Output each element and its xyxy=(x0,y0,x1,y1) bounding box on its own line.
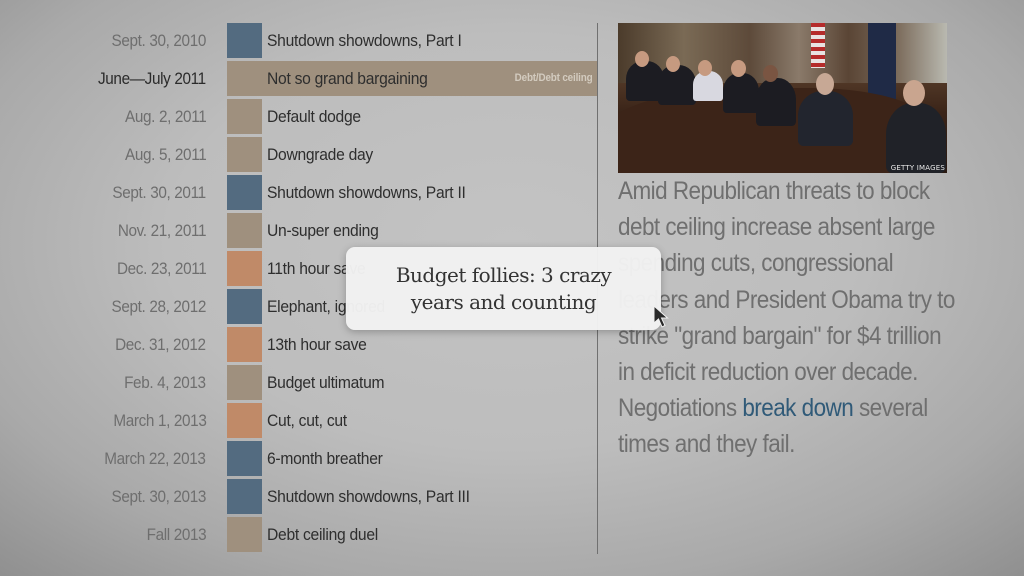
timeline-date: Nov. 21, 2011 xyxy=(117,221,207,240)
photo-credit: GETTY IMAGES xyxy=(890,164,945,172)
timeline-date: Sept. 30, 2013 xyxy=(111,487,207,506)
photo-person-head xyxy=(635,51,649,67)
timeline-title[interactable]: Un-super ending xyxy=(267,213,379,248)
timeline-date: Sept. 30, 2010 xyxy=(111,31,207,50)
category-color-swatch xyxy=(227,99,262,134)
timeline-date: Aug. 2, 2011 xyxy=(124,107,207,126)
photo-person xyxy=(693,71,723,101)
timeline-date: March 22, 2013 xyxy=(104,449,207,468)
photo-us-flag xyxy=(811,23,825,68)
category-color-swatch xyxy=(227,365,262,400)
photo-person-head xyxy=(903,80,925,106)
timeline-title[interactable]: Budget ultimatum xyxy=(267,365,385,400)
photo-person-head xyxy=(666,56,680,72)
photo-person-head xyxy=(816,73,834,95)
photo-person-head xyxy=(763,65,778,82)
photo-person xyxy=(723,73,759,113)
timeline-item[interactable]: Aug. 5, 2011 Downgrade day xyxy=(0,137,598,172)
category-color-swatch xyxy=(227,441,262,476)
photo-person xyxy=(886,103,946,173)
timeline-item[interactable]: March 22, 2013 6-month breather xyxy=(0,441,598,476)
category-color-swatch xyxy=(227,23,262,58)
timeline-item[interactable]: Feb. 4, 2013 Budget ultimatum xyxy=(0,365,598,400)
timeline-item[interactable]: June—July 2011 Not so grand bargaining Deb… xyxy=(0,61,598,96)
timeline-item[interactable]: Fall 2013 Debt ceiling duel xyxy=(0,517,598,552)
news-photo: GETTY IMAGES xyxy=(618,23,947,173)
timeline-title[interactable]: Not so grand bargaining xyxy=(267,61,428,96)
timeline-title[interactable]: Cut, cut, cut xyxy=(267,403,347,438)
mouse-cursor-icon xyxy=(653,305,669,328)
timeline-item[interactable]: Dec. 31, 2012 13th hour save xyxy=(0,327,598,362)
description-text: Amid Republican threats to block debt ce… xyxy=(618,177,955,423)
timeline-date: Fall 2013 xyxy=(146,525,206,544)
timeline-title[interactable]: Shutdown showdowns, Part II xyxy=(267,175,466,210)
category-color-swatch xyxy=(227,251,262,286)
timeline-item[interactable]: Sept. 30, 2010 Shutdown showdowns, Part I xyxy=(0,23,598,58)
category-color-swatch xyxy=(227,479,262,514)
timeline-date: Feb. 4, 2013 xyxy=(124,373,206,392)
timeline-title[interactable]: Debt ceiling duel xyxy=(267,517,378,552)
timeline-title[interactable]: Downgrade day xyxy=(267,137,373,172)
timeline-date: Sept. 30, 2011 xyxy=(112,183,207,202)
break-down-link[interactable]: break down xyxy=(742,394,853,422)
category-color-swatch xyxy=(227,213,262,248)
category-color-swatch xyxy=(227,61,262,96)
category-color-swatch xyxy=(227,327,262,362)
timeline-item[interactable]: Nov. 21, 2011 Un-super ending xyxy=(0,213,598,248)
category-color-swatch xyxy=(227,137,262,172)
photo-person xyxy=(658,65,696,105)
photo-person xyxy=(756,78,796,126)
category-color-swatch xyxy=(227,289,262,324)
timeline-date: June—July 2011 xyxy=(98,69,206,88)
timeline-date: Dec. 31, 2012 xyxy=(115,335,206,354)
tooltip-text: Budget follies: 3 crazy years and counti… xyxy=(395,262,612,314)
timeline-title[interactable]: 13th hour save xyxy=(267,327,367,362)
timeline-date: March 1, 2013 xyxy=(112,411,206,430)
timeline-item[interactable]: March 1, 2013 Cut, cut, cut xyxy=(0,403,598,438)
timeline-item[interactable]: Sept. 30, 2013 Shutdown showdowns, Part I… xyxy=(0,479,598,514)
photo-person xyxy=(798,91,853,146)
photo-person-head xyxy=(731,60,746,77)
category-label: Debt/Debt ceiling xyxy=(514,72,592,84)
timeline-title[interactable]: Shutdown showdowns, Part III xyxy=(267,479,470,514)
timeline-title[interactable]: 6-month breather xyxy=(267,441,383,476)
category-color-swatch xyxy=(227,175,262,210)
photo-person-head xyxy=(698,60,712,76)
timeline-date: Dec. 23, 2011 xyxy=(116,259,207,278)
category-color-swatch xyxy=(227,403,262,438)
title-tooltip: Budget follies: 3 crazy years and counti… xyxy=(346,247,661,330)
timeline-item[interactable]: Aug. 2, 2011 Default dodge xyxy=(0,99,598,134)
timeline-title[interactable]: Shutdown showdowns, Part I xyxy=(267,23,462,58)
timeline-date: Sept. 28, 2012 xyxy=(111,297,207,316)
timeline-item[interactable]: Sept. 30, 2011 Shutdown showdowns, Part I… xyxy=(0,175,598,210)
timeline-title[interactable]: Default dodge xyxy=(267,99,361,134)
category-color-swatch xyxy=(227,517,262,552)
timeline-date: Aug. 5, 2011 xyxy=(124,145,207,164)
